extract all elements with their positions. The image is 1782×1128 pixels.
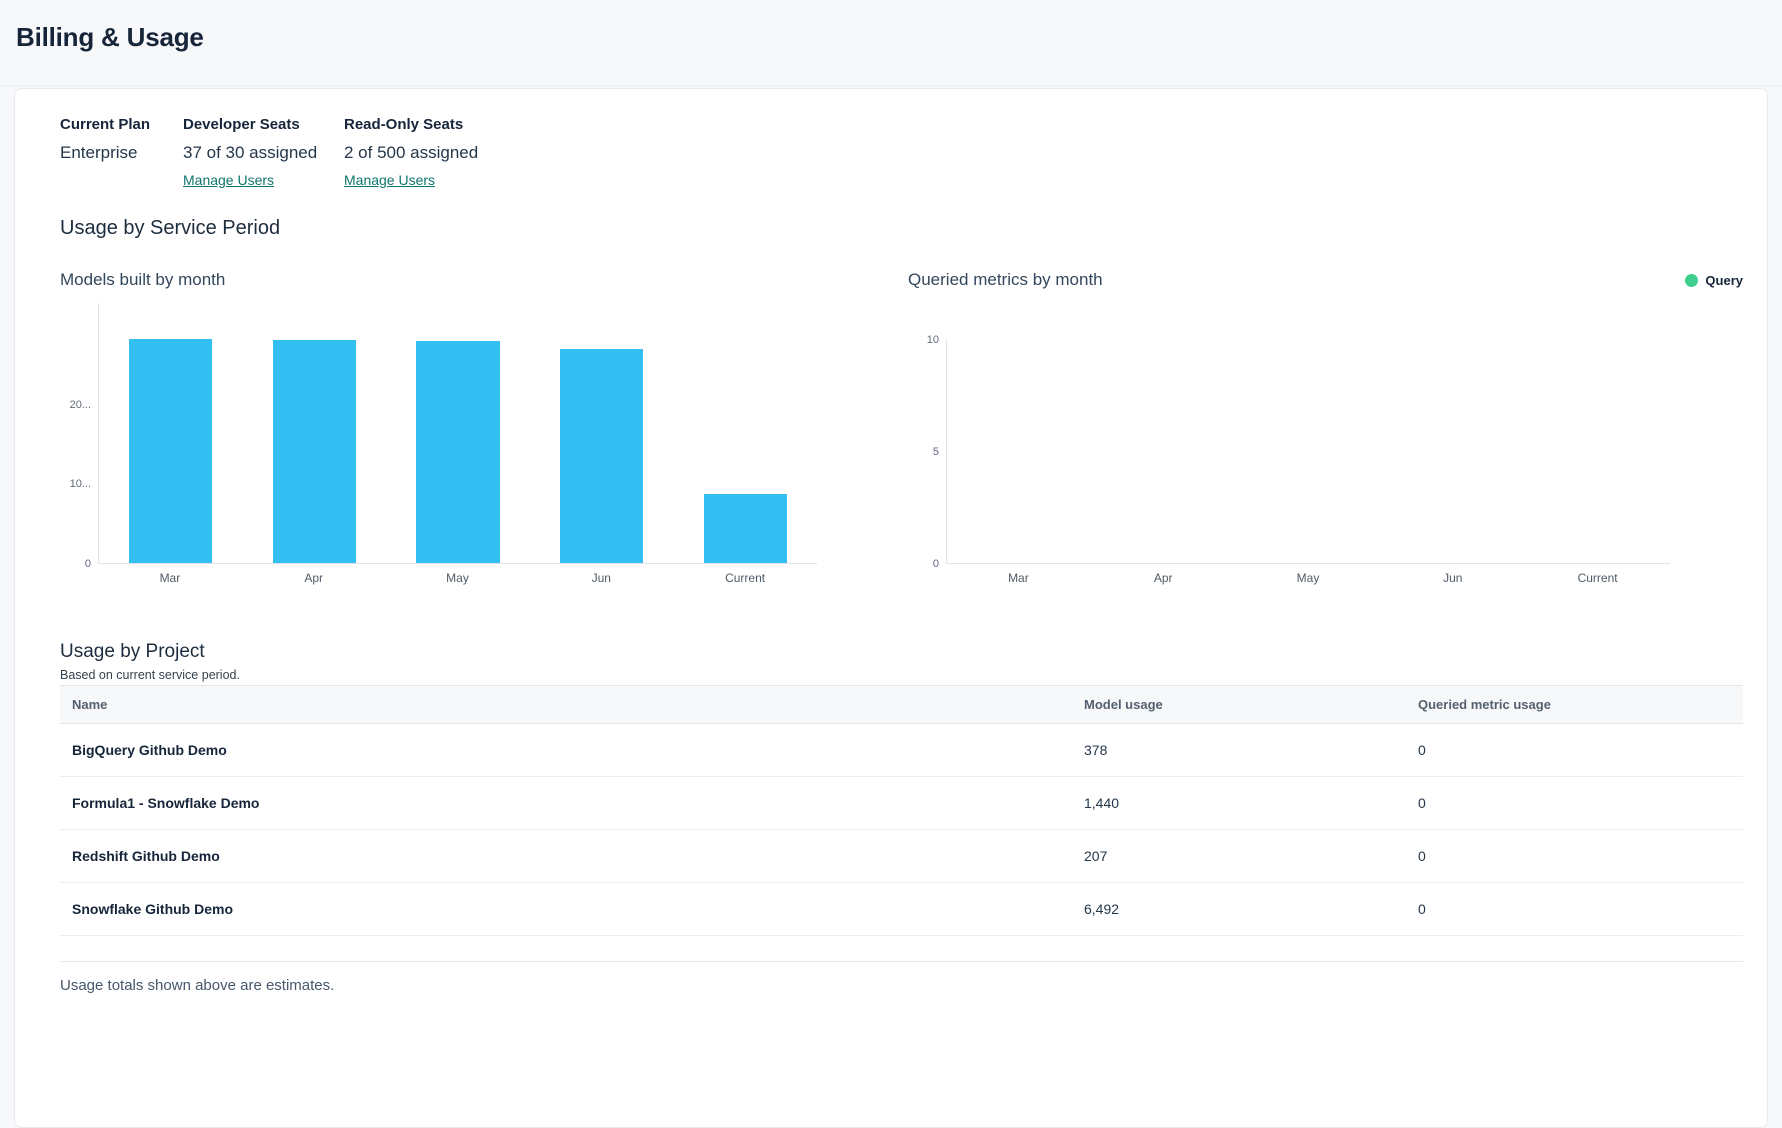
legend-label: Query	[1705, 273, 1743, 288]
model-usage-value: 207	[1084, 830, 1418, 883]
y-tick-label: 10	[927, 334, 939, 346]
x-axis-label: Current	[1525, 571, 1670, 585]
models-built-chart-header: Models built by month	[60, 269, 817, 291]
usage-by-project-title: Usage by Project	[60, 641, 1743, 663]
project-name: Formula1 - Snowflake Demo	[60, 777, 1084, 830]
queried-metric-usage-value: 0	[1418, 724, 1743, 777]
queried-metrics-chart-header: Queried metrics by month Query	[908, 269, 1743, 291]
bar-apr	[273, 340, 356, 563]
x-axis-label: Jun	[1380, 571, 1525, 585]
table-row: Redshift Github Demo 207 0	[60, 830, 1743, 883]
readonly-manage-users-link[interactable]: Manage Users	[344, 172, 435, 188]
developer-seats-label: Developer Seats	[183, 116, 344, 133]
legend-dot-icon	[1685, 274, 1698, 287]
readonly-seats-column: Read-Only Seats 2 of 500 assigned Manage…	[344, 116, 478, 190]
model-usage-value: 6,492	[1084, 883, 1418, 936]
developer-seats-value: 37 of 30 assigned	[183, 143, 344, 163]
billing-card: Current Plan Enterprise Developer Seats …	[14, 88, 1768, 1128]
developer-seats-column: Developer Seats 37 of 30 assigned Manage…	[183, 116, 344, 190]
table-footer-divider	[60, 936, 1743, 962]
queried-metrics-chart-title: Queried metrics by month	[908, 270, 1103, 290]
readonly-seats-value: 2 of 500 assigned	[344, 143, 478, 163]
project-name: BigQuery Github Demo	[60, 724, 1084, 777]
y-axis: 010...20...	[60, 303, 98, 564]
x-axis-label: Apr	[1091, 571, 1236, 585]
plot-area	[98, 303, 817, 564]
bar-jun	[560, 349, 643, 563]
x-axis-labels: MarAprMayJunCurrent	[98, 571, 817, 585]
queried-metrics-chart: Queried metrics by month Query 0510 MarA…	[908, 269, 1743, 585]
usage-by-project-subtitle: Based on current service period.	[60, 668, 1743, 682]
queried-metrics-chart-body: 0510 MarAprMayJunCurrent	[908, 339, 1670, 585]
x-axis-label: May	[1236, 571, 1381, 585]
x-axis-label: Jun	[529, 571, 673, 585]
bar-mar	[129, 339, 212, 563]
y-tick-label: 10...	[70, 478, 91, 490]
plot-row: 0510	[908, 339, 1670, 564]
model-usage-value: 378	[1084, 724, 1418, 777]
y-tick-label: 0	[85, 558, 91, 570]
project-name: Snowflake Github Demo	[60, 883, 1084, 936]
bar-may	[416, 341, 499, 564]
y-axis: 0510	[908, 339, 946, 564]
models-built-chart-title: Models built by month	[60, 270, 225, 290]
table-row: BigQuery Github Demo 378 0	[60, 724, 1743, 777]
models-built-chart: Models built by month 0 10... 20... MarApr…	[60, 269, 817, 585]
developer-manage-users-link[interactable]: Manage Users	[183, 172, 274, 188]
y-tick-label: 5	[933, 446, 939, 458]
x-axis-label: Mar	[946, 571, 1091, 585]
y-tick-label: 0	[933, 558, 939, 570]
usage-by-service-period-title: Usage by Service Period	[60, 217, 1743, 240]
plot-row: 010...20...	[60, 303, 817, 564]
page-header: Billing & Usage	[0, 0, 1782, 86]
x-axis-label: May	[386, 571, 530, 585]
queried-metric-usage-value: 0	[1418, 777, 1743, 830]
models-built-chart-body: 0 10... 20... MarAprMayJunCurrent	[60, 303, 817, 585]
usage-by-project-table: Name Model usage Queried metric usage Bi…	[60, 685, 1743, 936]
x-axis-label: Apr	[242, 571, 386, 585]
usage-estimates-note: Usage totals shown above are estimates.	[60, 977, 1743, 994]
readonly-seats-label: Read-Only Seats	[344, 116, 478, 133]
plan-summary: Current Plan Enterprise Developer Seats …	[60, 116, 1743, 190]
chart-legend: Query	[1685, 273, 1743, 288]
y-tick-label: 20...	[70, 399, 91, 411]
column-header-model-usage: Model usage	[1084, 686, 1418, 724]
queried-metric-usage-value: 0	[1418, 883, 1743, 936]
page-title: Billing & Usage	[16, 22, 1766, 53]
charts-row: Models built by month 010...20... MarApr…	[60, 269, 1743, 585]
model-usage-value: 1,440	[1084, 777, 1418, 830]
column-header-queried-metric-usage: Queried metric usage	[1418, 686, 1743, 724]
queried-metric-usage-value: 0	[1418, 830, 1743, 883]
x-axis-label: Mar	[98, 571, 242, 585]
current-plan-label: Current Plan	[60, 116, 183, 133]
x-axis-labels: MarAprMayJunCurrent	[946, 571, 1670, 585]
table-row: Snowflake Github Demo 6,492 0	[60, 883, 1743, 936]
table-header-row: Name Model usage Queried metric usage	[60, 686, 1743, 724]
plot-area	[946, 339, 1670, 564]
column-header-name: Name	[60, 686, 1084, 724]
current-plan-column: Current Plan Enterprise	[60, 116, 183, 190]
x-axis-label: Current	[673, 571, 817, 585]
project-name: Redshift Github Demo	[60, 830, 1084, 883]
current-plan-value: Enterprise	[60, 143, 183, 163]
table-row: Formula1 - Snowflake Demo 1,440 0	[60, 777, 1743, 830]
bar-current	[704, 494, 787, 563]
